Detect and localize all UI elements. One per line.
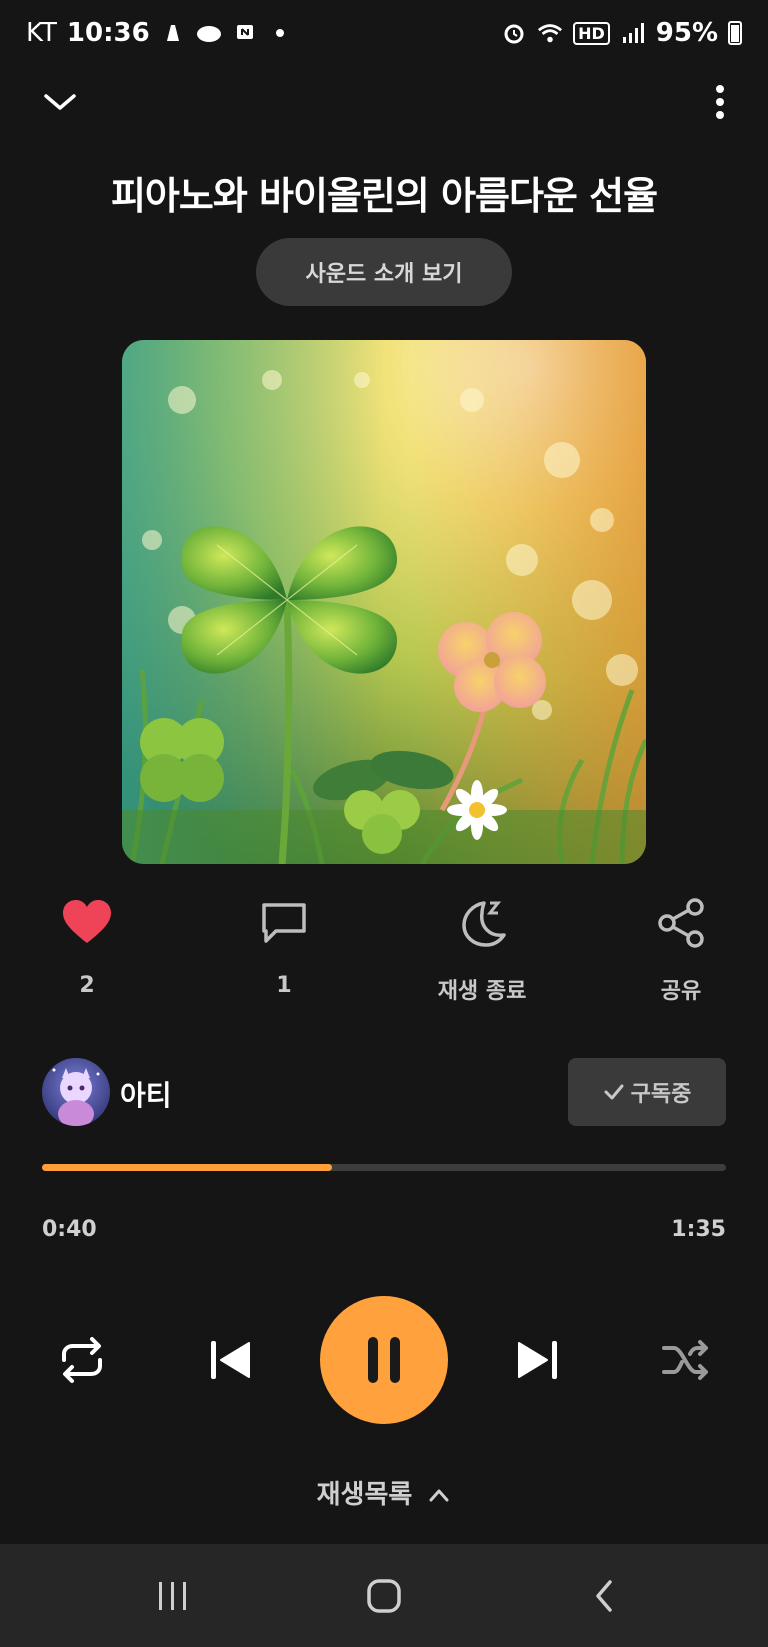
progress-bar[interactable]	[42, 1164, 726, 1171]
previous-button[interactable]	[200, 1332, 260, 1388]
subscribe-label: 구독중	[630, 1082, 692, 1107]
signal-icon	[620, 20, 646, 46]
sleep-timer-label: 재생 종료	[437, 979, 527, 1004]
album-cover	[122, 340, 646, 864]
share-label: 공유	[660, 979, 702, 1004]
more-options-button[interactable]	[710, 80, 730, 124]
playback-controls	[0, 1296, 768, 1426]
like-button[interactable]: 2	[17, 895, 157, 998]
network-badge: HD	[573, 21, 610, 45]
next-button[interactable]	[508, 1332, 568, 1388]
shuffle-icon	[662, 1340, 708, 1380]
more-vertical-icon	[716, 85, 724, 119]
moon-icon	[462, 901, 506, 947]
artist-avatar-image	[42, 1058, 110, 1126]
playlist-label: 재생목록	[316, 1480, 413, 1510]
repeat-icon	[62, 1337, 102, 1383]
home-button[interactable]	[350, 1544, 418, 1647]
comment-count: 1	[276, 973, 292, 998]
comment-icon	[262, 903, 306, 943]
action-row: 2 1 재생 종료 공유	[0, 895, 768, 1005]
clock: 10:36	[66, 18, 150, 48]
clover-artwork	[122, 340, 646, 864]
alarm-icon	[501, 20, 527, 46]
message-notification-icon	[232, 20, 258, 46]
shuffle-button[interactable]	[656, 1332, 716, 1388]
comment-button[interactable]: 1	[214, 895, 354, 998]
carrier-label: KT	[26, 18, 57, 48]
heart-icon	[63, 900, 111, 943]
status-left: KT 10:36	[26, 18, 284, 48]
share-button[interactable]: 공유	[611, 895, 751, 1005]
current-time: 0:40	[42, 1217, 97, 1242]
pause-button[interactable]	[320, 1296, 448, 1424]
chevron-up-icon	[429, 1489, 449, 1502]
artist-row: 아티 구독중	[42, 1058, 726, 1128]
collapse-button[interactable]	[38, 80, 82, 124]
track-title: 피아노와 바이올린의 아름다운 선율	[110, 174, 658, 218]
check-icon	[604, 1084, 624, 1100]
subscribe-button[interactable]: 구독중	[568, 1058, 726, 1126]
skip-next-icon	[518, 1341, 557, 1379]
back-button[interactable]	[576, 1544, 632, 1647]
skip-previous-icon	[211, 1341, 250, 1379]
progress-fill	[42, 1164, 333, 1171]
playlist-button[interactable]: 재생목록	[0, 1474, 768, 1511]
status-right: HD 95%	[501, 18, 742, 48]
chevron-down-icon	[44, 94, 76, 110]
status-bar: KT 10:36 HD 95%	[0, 0, 768, 66]
system-nav-bar	[0, 1544, 768, 1647]
back-icon	[596, 1579, 612, 1612]
battery-icon	[728, 21, 742, 45]
player-top-bar	[0, 70, 768, 130]
total-time: 1:35	[671, 1217, 726, 1242]
recent-apps-button[interactable]	[140, 1544, 206, 1647]
share-icon	[658, 898, 704, 948]
recent-apps-icon	[159, 1581, 186, 1610]
like-count: 2	[79, 973, 95, 998]
repeat-button[interactable]	[52, 1332, 112, 1388]
sleep-timer-button[interactable]: 재생 종료	[412, 895, 552, 1005]
more-notifications-dot	[275, 29, 284, 37]
sound-intro-button[interactable]: 사운드 소개 보기	[256, 238, 512, 306]
pause-icon	[368, 1337, 400, 1383]
notification-icon	[160, 20, 186, 46]
avatar[interactable]	[42, 1058, 110, 1126]
battery-percent: 95%	[655, 18, 718, 48]
home-icon	[367, 1578, 401, 1613]
artist-name[interactable]: 아티	[120, 1074, 172, 1114]
cloud-notification-icon	[196, 20, 222, 46]
wifi-icon	[537, 20, 563, 46]
